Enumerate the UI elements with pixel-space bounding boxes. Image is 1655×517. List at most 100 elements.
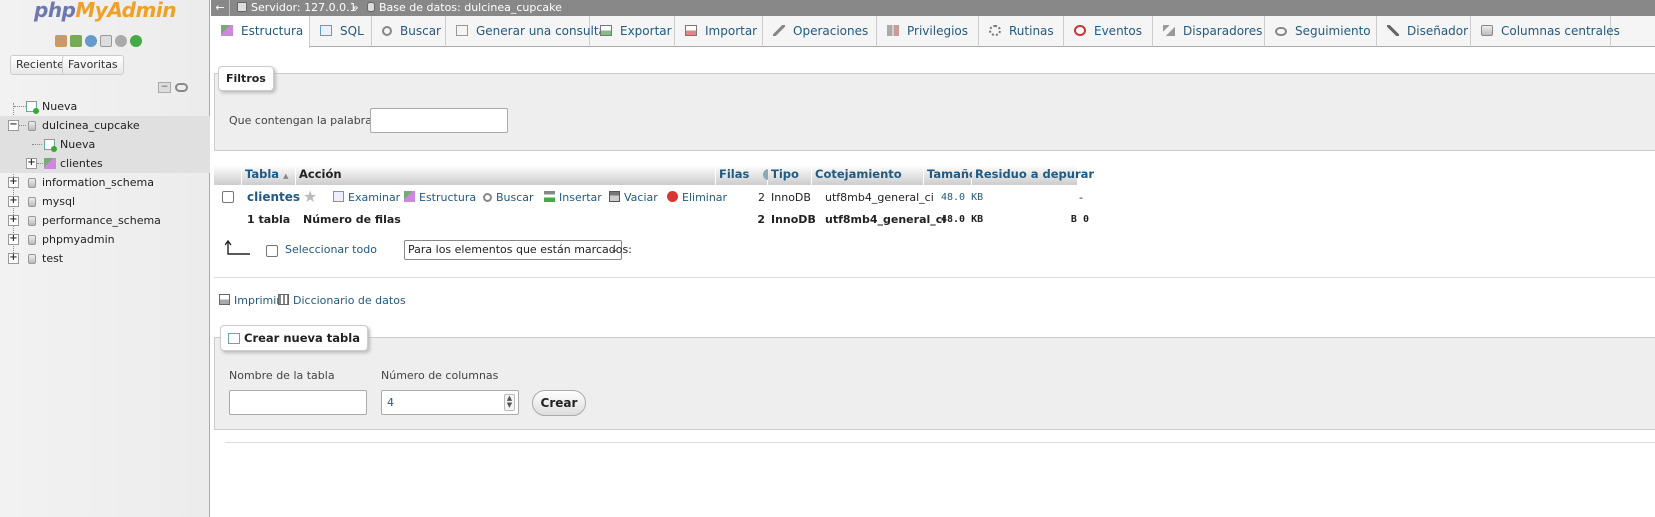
row-size[interactable]: 48.0 KB xyxy=(941,188,983,207)
breadcrumb-server-label: Servidor: 127.0.0.1 xyxy=(251,1,357,14)
collapse-icon[interactable]: − xyxy=(8,120,19,131)
tab-label: Buscar xyxy=(400,24,441,38)
num-columns-input[interactable]: 4 ▲ ▼ xyxy=(381,390,519,415)
favorite-star-icon[interactable]: ★ xyxy=(303,187,317,206)
expand-icon[interactable]: + xyxy=(8,253,19,264)
divider xyxy=(214,277,1655,278)
favorites-button[interactable]: Favoritas xyxy=(62,55,124,75)
filters-legend: Filtros xyxy=(218,66,274,91)
tree-item-db[interactable]: + test xyxy=(0,249,210,268)
insert-action[interactable]: Insertar xyxy=(544,188,602,207)
search-icon xyxy=(483,193,492,202)
link-label: Imprimir xyxy=(234,294,281,307)
docs-icon[interactable] xyxy=(100,35,112,47)
expand-icon[interactable]: + xyxy=(8,215,19,226)
server-icon xyxy=(237,2,247,12)
empty-action[interactable]: Vaciar xyxy=(609,188,658,207)
database-icon xyxy=(28,216,36,226)
with-selected-dropdown[interactable]: Para los elementos que están marcados: ⌄ xyxy=(404,240,632,260)
tab-importar[interactable]: Importar xyxy=(675,16,763,47)
tree-item-clientes[interactable]: + clientes xyxy=(0,154,210,173)
tree-item-db[interactable]: + phpmyadmin xyxy=(0,230,210,249)
stepper-icon[interactable]: ▲ ▼ xyxy=(504,394,515,411)
summary-label: Número de filas xyxy=(303,213,401,226)
breadcrumb: ← Servidor: 127.0.0.1 » Base de datos: d… xyxy=(211,0,1655,16)
row-checkbox[interactable] xyxy=(222,191,234,203)
divider xyxy=(225,442,1655,443)
tab-sql[interactable]: SQL xyxy=(310,16,372,47)
help-icon[interactable] xyxy=(85,35,97,47)
reload-icon[interactable] xyxy=(130,35,142,47)
header-tamano[interactable]: Tamaño xyxy=(924,165,977,185)
tree-item-new[interactable]: Nueva xyxy=(0,97,210,116)
table-name-input[interactable] xyxy=(229,390,367,415)
create-table-legend: Crear nueva tabla xyxy=(220,325,368,351)
tree-label: Nueva xyxy=(60,138,96,151)
tab-seguimiento[interactable]: Seguimiento xyxy=(1265,16,1377,47)
recent-button[interactable]: Reciente xyxy=(10,55,70,75)
tree-item-db[interactable]: + information_schema xyxy=(0,173,210,192)
tab-columnas-centrales[interactable]: Columnas centrales xyxy=(1471,16,1620,47)
tab-buscar[interactable]: Buscar xyxy=(372,16,446,47)
tab-privilegios[interactable]: Privilegios xyxy=(877,16,979,47)
sql-icon xyxy=(320,25,332,36)
tab-bar: Estructura SQL Buscar Generar una consul… xyxy=(211,16,1655,48)
filter-input[interactable] xyxy=(370,108,508,133)
tree-item-dulcinea-cupcake[interactable]: − dulcinea_cupcake xyxy=(0,116,210,135)
expand-icon[interactable]: + xyxy=(8,177,19,188)
expand-icon[interactable]: + xyxy=(8,196,19,207)
tree-item-db[interactable]: + performance_schema xyxy=(0,211,210,230)
navigation-panel: phpMyAdmin Reciente Favoritas − Nueva − … xyxy=(0,0,210,517)
sort-asc-icon: ▲ xyxy=(283,172,289,180)
breadcrumb-database[interactable]: Base de datos: dulcinea_cupcake xyxy=(367,0,562,16)
tree-label: Nueva xyxy=(42,100,78,113)
home-icon[interactable] xyxy=(55,35,67,47)
tab-operaciones[interactable]: Operaciones xyxy=(763,16,877,47)
tab-estructura[interactable]: Estructura xyxy=(211,16,310,48)
select-all-label[interactable]: Seleccionar todo xyxy=(285,240,377,259)
back-arrow-icon[interactable]: ← xyxy=(213,0,227,16)
expand-icon[interactable]: + xyxy=(8,234,19,245)
table-icon xyxy=(44,158,56,169)
tree-label: information_schema xyxy=(42,176,154,189)
logout-icon[interactable] xyxy=(70,35,82,47)
tree-item-db[interactable]: + mysql xyxy=(0,192,210,211)
tree-line xyxy=(19,125,26,126)
data-dictionary-link[interactable]: Diccionario de datos xyxy=(278,291,406,310)
expand-icon[interactable]: + xyxy=(26,158,37,169)
settings-icon[interactable] xyxy=(115,35,127,47)
structure-action[interactable]: Estructura xyxy=(404,188,476,207)
phpmyadmin-logo[interactable]: phpMyAdmin xyxy=(34,0,176,22)
header-label: Tabla xyxy=(245,167,280,181)
database-icon xyxy=(28,197,36,207)
print-link[interactable]: Imprimir xyxy=(219,291,281,310)
collapse-all-icon[interactable]: − xyxy=(158,82,171,93)
tab-generar-consulta[interactable]: Generar una consulta xyxy=(446,16,606,47)
header-tipo[interactable]: Tipo xyxy=(768,165,812,185)
tree-label: clientes xyxy=(60,157,103,170)
header-filas[interactable]: Filas xyxy=(716,165,775,185)
action-label: Eliminar xyxy=(682,191,728,204)
table-name-label: Nombre de la tabla xyxy=(229,369,335,382)
tab-rutinas[interactable]: Rutinas xyxy=(979,16,1064,47)
tab-exportar[interactable]: Exportar xyxy=(590,16,675,47)
table-name-link[interactable]: clientes xyxy=(247,188,300,207)
browse-action[interactable]: Examinar xyxy=(333,188,400,207)
insert-icon xyxy=(544,191,555,202)
create-button[interactable]: Crear xyxy=(532,390,586,416)
header-residuo[interactable]: Residuo a depurar xyxy=(972,165,1094,185)
select-all-checkbox[interactable] xyxy=(266,245,278,257)
tree-item-new-table[interactable]: Nueva xyxy=(0,135,210,154)
breadcrumb-server[interactable]: Servidor: 127.0.0.1 xyxy=(237,0,357,16)
header-tabla[interactable]: Tabla ▲ xyxy=(242,165,296,185)
tab-disenador[interactable]: Diseñador xyxy=(1377,16,1471,47)
divider xyxy=(229,0,230,16)
search-action[interactable]: Buscar xyxy=(483,188,534,207)
tab-eventos[interactable]: Eventos xyxy=(1064,16,1153,47)
link-with-main-icon[interactable] xyxy=(175,83,188,92)
database-icon xyxy=(28,178,36,188)
summary-tables: 1 tabla xyxy=(247,213,291,226)
drop-action[interactable]: Eliminar xyxy=(667,188,727,207)
tab-disparadores[interactable]: Disparadores xyxy=(1153,16,1265,47)
header-cotejamiento[interactable]: Cotejamiento xyxy=(812,165,924,185)
